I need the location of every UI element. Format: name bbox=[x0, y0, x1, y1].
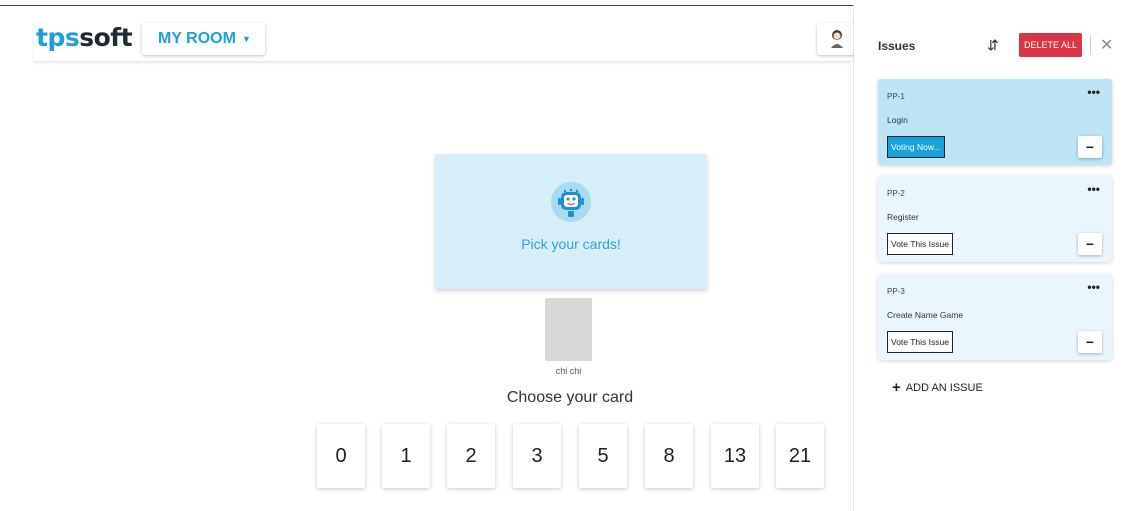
remove-issue-button[interactable]: − bbox=[1078, 331, 1102, 353]
pick-cards-message: Pick your cards! bbox=[521, 236, 621, 252]
add-issue-button[interactable]: + ADD AN ISSUE bbox=[892, 379, 983, 396]
player-name: chi chi bbox=[555, 366, 582, 376]
vote-card-8[interactable]: 8 bbox=[645, 424, 693, 488]
vote-issue-button[interactable]: Vote This Issue bbox=[887, 331, 953, 353]
sidebar-divider bbox=[1090, 35, 1091, 55]
issue-card-pp-1[interactable]: PP-1 ••• Login Voting Now... − bbox=[878, 79, 1112, 165]
issue-card-pp-3[interactable]: PP-3 ••• Create Name Game Vote This Issu… bbox=[878, 274, 1112, 360]
logo-tps: tps bbox=[36, 23, 80, 52]
robot-icon bbox=[551, 182, 591, 222]
issue-key: PP-3 bbox=[887, 287, 905, 296]
logo-soft: soft bbox=[79, 23, 133, 52]
vote-issue-button[interactable]: Voting Now... bbox=[887, 136, 945, 158]
app-header: tpssoft MY ROOM ▼ bbox=[34, 19, 857, 61]
vote-issue-button[interactable]: Vote This Issue bbox=[887, 233, 953, 255]
more-options-icon[interactable]: ••• bbox=[1087, 280, 1100, 294]
issue-key: PP-1 bbox=[887, 92, 905, 101]
user-avatar-icon bbox=[831, 30, 843, 48]
logo: tpssoft bbox=[36, 23, 133, 52]
poker-table: Pick your cards! bbox=[435, 154, 707, 289]
issue-name: Create Name Game bbox=[887, 310, 964, 320]
close-icon[interactable]: ✕ bbox=[1100, 35, 1113, 55]
remove-issue-button[interactable]: − bbox=[1078, 233, 1102, 255]
user-avatar-button[interactable] bbox=[817, 23, 857, 55]
shuffle-icon[interactable]: ⇵ bbox=[987, 37, 999, 54]
sidebar-title: Issues bbox=[878, 39, 916, 53]
issue-name: Register bbox=[887, 212, 919, 222]
vote-card-13[interactable]: 13 bbox=[711, 424, 759, 488]
vote-card-0[interactable]: 0 bbox=[317, 424, 365, 488]
player-card bbox=[545, 298, 592, 361]
add-issue-label: ADD AN ISSUE bbox=[905, 381, 983, 394]
remove-issue-button[interactable]: − bbox=[1078, 136, 1102, 158]
vote-card-3[interactable]: 3 bbox=[513, 424, 561, 488]
vote-card-2[interactable]: 2 bbox=[447, 424, 495, 488]
delete-all-button[interactable]: DELETE ALL bbox=[1019, 33, 1082, 57]
choose-card-prompt: Choose your card bbox=[506, 389, 634, 406]
vote-card-5[interactable]: 5 bbox=[579, 424, 627, 488]
room-dropdown-button[interactable]: MY ROOM ▼ bbox=[142, 23, 265, 55]
issues-sidebar: Issues ⇵ DELETE ALL ✕ PP-1 ••• Login Vot… bbox=[853, 5, 1132, 511]
more-options-icon[interactable]: ••• bbox=[1087, 85, 1100, 99]
caret-down-icon: ▼ bbox=[241, 34, 251, 44]
more-options-icon[interactable]: ••• bbox=[1087, 182, 1100, 196]
vote-card-21[interactable]: 21 bbox=[776, 424, 824, 488]
vote-card-1[interactable]: 1 bbox=[382, 424, 430, 488]
issue-key: PP-2 bbox=[887, 189, 905, 198]
issue-card-pp-2[interactable]: PP-2 ••• Register Vote This Issue − bbox=[878, 176, 1112, 262]
plus-icon: + bbox=[892, 379, 901, 396]
issue-name: Login bbox=[887, 115, 908, 125]
room-label: MY ROOM bbox=[158, 30, 236, 47]
